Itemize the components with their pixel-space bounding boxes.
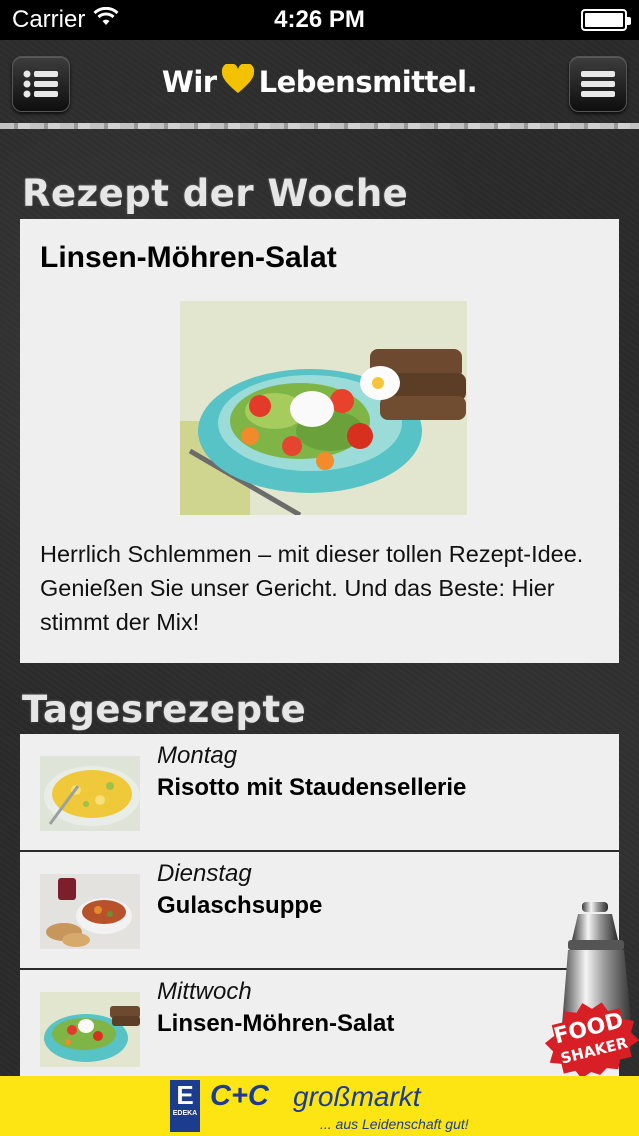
list-item-wednesday[interactable]: Mittwoch Linsen-Möhren-Salat xyxy=(20,970,619,1088)
recipe-name: Linsen-Möhren-Salat xyxy=(157,1010,395,1037)
grossmarkt-text: großmarkt xyxy=(293,1081,421,1112)
battery-icon xyxy=(581,9,631,31)
recipe-thumbnail xyxy=(40,756,140,831)
logo-text-wir: Wir xyxy=(161,64,217,99)
banner-slogan: ... aus Leidenschaft gut! xyxy=(320,1116,469,1132)
recipe-title: Linsen-Möhren-Salat xyxy=(40,241,337,274)
daily-recipe-list: Montag Risotto mit Staudensellerie Diens… xyxy=(20,734,619,1088)
list-item-tuesday[interactable]: Dienstag Gulaschsuppe xyxy=(20,852,619,970)
status-bar: Carrier 4:26 PM xyxy=(0,0,639,40)
recipe-day: Montag xyxy=(157,742,238,769)
recipe-day: Dienstag xyxy=(157,860,252,887)
section-title-recipe-of-week: Rezept der Woche xyxy=(22,172,409,215)
hamburger-menu-button[interactable] xyxy=(569,56,627,112)
hamburger-icon xyxy=(579,68,617,100)
recipe-description: Herrlich Schlemmen – mit dieser tollen R… xyxy=(40,541,584,635)
edeka-letter: E xyxy=(176,1080,194,1110)
edeka-logo: E EDEKA xyxy=(170,1080,200,1132)
clock: 4:26 PM xyxy=(274,6,365,33)
recipe-day: Mittwoch xyxy=(157,978,252,1005)
heart-icon xyxy=(221,62,255,99)
logo-text-lebensmittel: Lebensmittel. xyxy=(258,64,478,99)
section-title-daily-recipes: Tagesrezepte xyxy=(22,688,307,731)
navigation-bar: Wir Lebensmittel. xyxy=(0,40,639,130)
recipe-name: Gulaschsuppe xyxy=(157,892,323,919)
edeka-wordmark: EDEKA xyxy=(172,1110,198,1117)
recipe-thumbnail xyxy=(40,992,140,1067)
list-item-monday[interactable]: Montag Risotto mit Staudensellerie xyxy=(20,734,619,852)
cc-logo-text: C+C xyxy=(210,1080,269,1112)
recipe-of-week-card[interactable]: Linsen-Möhren-Salat Herrlich Schlemmen –… xyxy=(20,219,619,663)
advertisement-banner[interactable]: E EDEKA C+C großmarkt ... aus Leidenscha… xyxy=(0,1076,639,1136)
recipe-name: Risotto mit Staudensellerie xyxy=(157,774,467,801)
chalk-divider xyxy=(0,123,639,129)
recipe-image xyxy=(180,301,467,515)
recipe-thumbnail xyxy=(40,874,140,949)
app-logo: Wir Lebensmittel. xyxy=(0,62,639,99)
